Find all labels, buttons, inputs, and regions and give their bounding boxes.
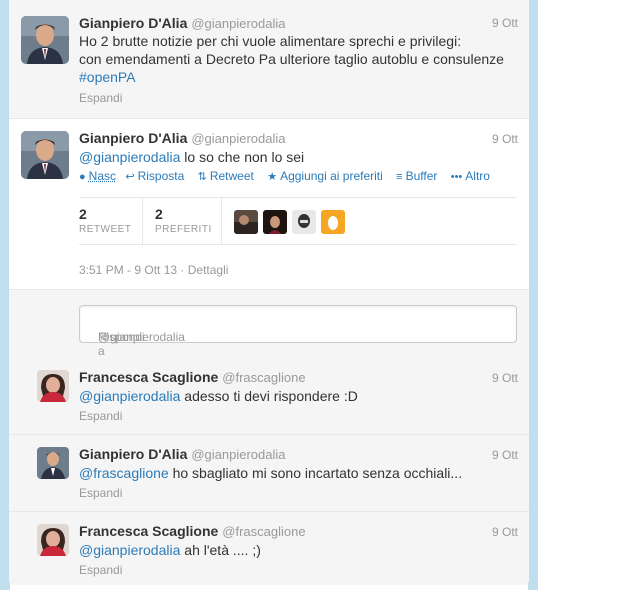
favorite-stat-label: PREFERITI <box>155 224 212 235</box>
avatar[interactable] <box>21 131 69 179</box>
favorite-count: 2 <box>155 206 163 222</box>
avatar[interactable] <box>263 210 287 234</box>
reply-tweet[interactable]: Francesca Scaglione @frascaglione 9 Ott @… <box>9 512 529 585</box>
reply-tweet[interactable]: Francesca Scaglione @frascaglione 9 Ott @… <box>9 358 529 435</box>
buffer-action[interactable]: ≡ Buffer <box>396 169 437 183</box>
tweet-text-line: con emendamenti a Decreto Pa ulteriore t… <box>79 51 504 67</box>
user-handle[interactable]: @frascaglione <box>222 524 305 539</box>
page-background-right <box>528 0 538 590</box>
user-fullname[interactable]: Francesca Scaglione <box>79 369 218 385</box>
tweet-header: Francesca Scaglione @frascaglione <box>79 369 306 385</box>
buffer-label: Buffer <box>405 169 438 183</box>
reply-area: Rispondi a @gianpierodalia <box>9 290 529 359</box>
retweet-action[interactable]: ⇅ Retweet <box>198 169 254 183</box>
retweet-icon: ⇅ <box>197 171 207 183</box>
tweet-text: @gianpierodalia ah l'età .... ;) <box>79 541 509 559</box>
user-handle[interactable]: @gianpierodalia <box>191 131 285 146</box>
avatar[interactable] <box>37 524 69 556</box>
star-icon: ★ <box>267 171 278 183</box>
metadata-separator: · <box>180 263 188 277</box>
mention-link[interactable]: @gianpierodalia <box>79 542 180 558</box>
mention-link[interactable]: @frascaglione <box>79 465 169 481</box>
more-action[interactable]: ••• Altro <box>451 169 490 183</box>
tweet-time[interactable]: 9 Ott <box>492 16 518 30</box>
tweet-text-body: lo so che non lo sei <box>180 149 305 165</box>
user-fullname[interactable]: Gianpiero D'Alia <box>79 446 187 462</box>
tweet[interactable]: Gianpiero D'Alia @gianpierodalia 9 Ott Ho… <box>9 0 529 119</box>
reply-tweet[interactable]: Gianpiero D'Alia @gianpierodalia 9 Ott @f… <box>9 435 529 512</box>
avatar[interactable] <box>37 447 69 479</box>
tweet-text: @gianpierodalia lo so che non lo sei <box>79 148 509 166</box>
user-handle[interactable]: @gianpierodalia <box>191 16 285 31</box>
expand-link[interactable]: Espandi <box>79 563 122 577</box>
tweet-time[interactable]: 9 Ott <box>492 525 518 539</box>
reply-mention: @gianpierodalia <box>98 330 185 344</box>
hide-label: Nasc <box>88 169 116 183</box>
tweet-text: @gianpierodalia adesso ti devi risponder… <box>79 387 509 405</box>
expand-link[interactable]: Espandi <box>79 486 122 500</box>
tweet-expanded[interactable]: Gianpiero D'Alia @gianpierodalia 9 Ott @g… <box>9 119 529 290</box>
avatar[interactable] <box>21 16 69 64</box>
avatar[interactable] <box>234 210 258 234</box>
user-fullname[interactable]: Gianpiero D'Alia <box>79 15 187 31</box>
retweet-stat[interactable]: 2 RETWEET <box>79 206 131 235</box>
conversation-timeline: Gianpiero D'Alia @gianpierodalia 9 Ott Ho… <box>9 0 529 585</box>
tweet-header: Gianpiero D'Alia @gianpierodalia <box>79 15 286 31</box>
avatar[interactable] <box>292 210 316 234</box>
tweet-time[interactable]: 9 Ott <box>492 448 518 462</box>
user-handle[interactable]: @gianpierodalia <box>191 447 285 462</box>
reply-arrow-icon: ↩ <box>125 171 135 183</box>
favorite-stat[interactable]: 2 PREFERITI <box>155 206 212 235</box>
tweet-time[interactable]: 9 Ott <box>492 371 518 385</box>
tweet-header: Gianpiero D'Alia @gianpierodalia <box>79 130 286 146</box>
tweet-metadata: 3:51 PM - 9 Ott 13 · Dettagli <box>79 263 228 277</box>
mention-link[interactable]: @gianpierodalia <box>79 149 180 165</box>
tweet-actions: ● Nasc ↩ Risposta ⇅ Retweet ★ Aggiungi ai pr… <box>79 169 490 183</box>
details-link[interactable]: Dettagli <box>188 263 229 277</box>
retweet-label: Retweet <box>209 169 254 183</box>
tweet-text-body: adesso ti devi rispondere :D <box>180 388 358 404</box>
hashtag-link[interactable]: #openPA <box>79 68 509 86</box>
tweet-text-body: ho sbagliato mi sono incartato senza occ… <box>168 465 463 481</box>
user-fullname[interactable]: Gianpiero D'Alia <box>79 130 187 146</box>
stat-divider <box>142 198 143 244</box>
tweet-text: Ho 2 brutte notizie per chi vuole alimen… <box>79 32 509 86</box>
mention-link[interactable]: @gianpierodalia <box>79 388 180 404</box>
user-fullname[interactable]: Francesca Scaglione <box>79 523 218 539</box>
tweet-text-line: Ho 2 brutte notizie per chi vuole alimen… <box>79 33 462 49</box>
hide-action[interactable]: ● Nasc <box>79 169 116 183</box>
tweet-stats: 2 RETWEET 2 PREFERITI <box>79 197 517 245</box>
stat-divider <box>221 198 222 244</box>
more-dots-icon: ••• <box>450 171 463 183</box>
reply-action[interactable]: ↩ Risposta <box>125 169 184 183</box>
tweet-header: Gianpiero D'Alia @gianpierodalia <box>79 446 286 462</box>
speech-bubble-icon: ● <box>79 171 86 183</box>
expand-link[interactable]: Espandi <box>79 91 122 105</box>
tweet-header: Francesca Scaglione @frascaglione <box>79 523 306 539</box>
expand-link[interactable]: Espandi <box>79 409 122 423</box>
favorite-label: Aggiungi ai preferiti <box>280 169 383 183</box>
default-egg-avatar[interactable] <box>321 210 345 234</box>
avatar[interactable] <box>37 370 69 402</box>
tweet-time[interactable]: 9 Ott <box>492 132 518 146</box>
tweet-text: @frascaglione ho sbagliato mi sono incar… <box>79 464 509 482</box>
tweet-text-body: ah l'età .... ;) <box>180 542 261 558</box>
user-handle[interactable]: @frascaglione <box>222 370 305 385</box>
tweet-timestamp[interactable]: 3:51 PM - 9 Ott 13 <box>79 263 177 277</box>
reply-label: Risposta <box>137 169 185 183</box>
buffer-stack-icon: ≡ <box>396 171 403 183</box>
favorite-action[interactable]: ★ Aggiungi ai preferiti <box>267 169 383 183</box>
reply-input[interactable]: Rispondi a @gianpierodalia <box>79 305 517 358</box>
retweet-stat-label: RETWEET <box>79 224 132 235</box>
retweet-count: 2 <box>79 206 87 222</box>
more-label: Altro <box>465 169 490 183</box>
